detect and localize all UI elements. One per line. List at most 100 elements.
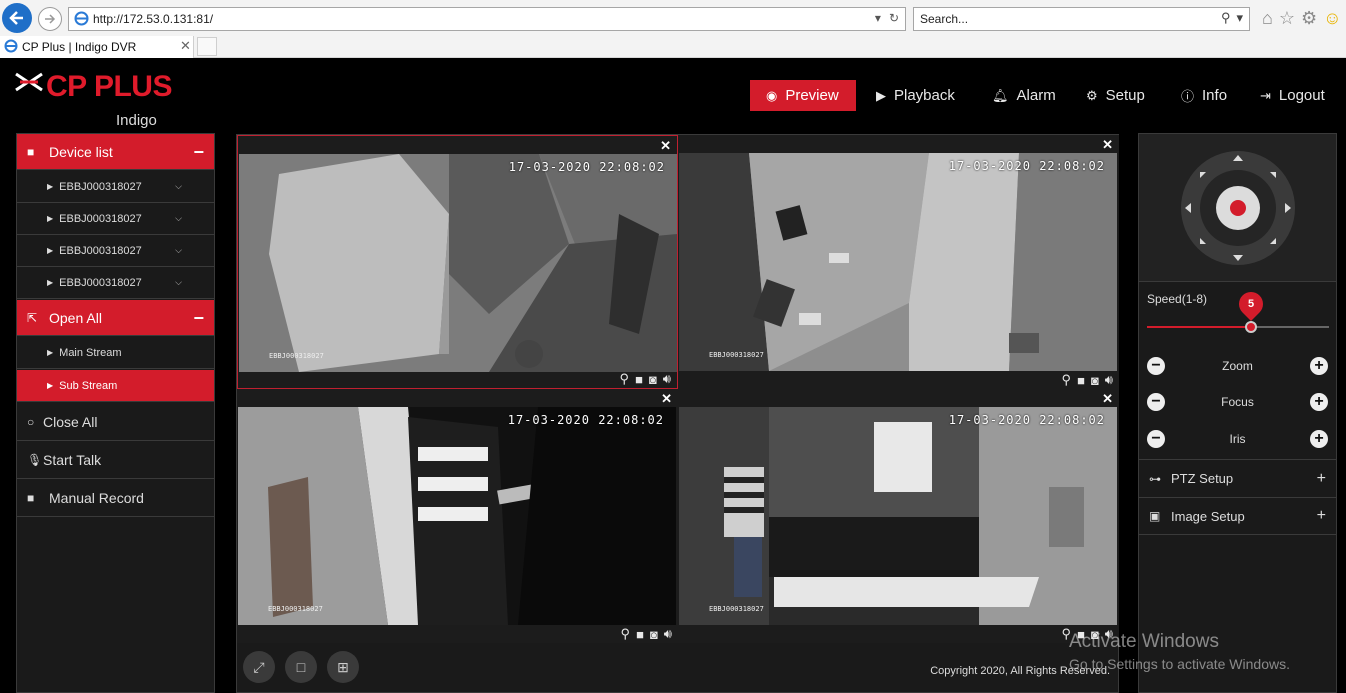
nav-preview-label: Preview xyxy=(785,87,839,104)
chevron-down-icon[interactable]: ⌵ xyxy=(175,213,182,224)
search-box[interactable]: Search... ⚲ ▾ xyxy=(913,7,1250,31)
audio-icon[interactable]: 🔊︎ xyxy=(664,626,672,642)
speed-slider-knob[interactable] xyxy=(1244,321,1257,333)
snapshot-camera-icon[interactable]: ◙ xyxy=(650,627,658,642)
close-video-icon[interactable]: ✕ xyxy=(1102,391,1113,407)
chevron-down-icon[interactable]: ⌵ xyxy=(175,181,182,192)
chevron-down-icon[interactable]: ⌵ xyxy=(175,277,182,288)
record-icon[interactable]: ■ xyxy=(635,372,643,387)
device-name: EBBJ000318027 xyxy=(59,212,142,225)
device-panel: ■ Device list − ▶ EBBJ000318027 ⌵ ▶ EBBJ… xyxy=(16,133,215,693)
close-video-icon[interactable]: ✕ xyxy=(1102,137,1113,153)
sub-stream-label: Sub Stream xyxy=(59,379,118,392)
search-placeholder[interactable]: Search... xyxy=(920,12,968,26)
device-item[interactable]: ▶ EBBJ000318027 ⌵ xyxy=(17,267,214,299)
new-tab-button[interactable] xyxy=(197,37,217,56)
image-setup-section[interactable]: ▣ Image Setup + xyxy=(1139,497,1336,535)
nav-alarm[interactable]: 🔔︎ Alarm xyxy=(976,80,1072,111)
start-talk-button[interactable]: 🎙︎ Start Talk xyxy=(17,442,214,479)
iris-plus-button[interactable]: + xyxy=(1310,430,1328,448)
video-cell[interactable]: ✕ 17-03-2020 22:08:02 EBBJ000318027 ⚲ ■ … xyxy=(237,135,678,389)
nav-preview[interactable]: ◉ Preview xyxy=(750,80,856,111)
expand-plus-icon[interactable]: + xyxy=(1317,507,1326,525)
close-video-icon[interactable]: ✕ xyxy=(660,138,671,154)
close-all-label: Close All xyxy=(43,414,98,430)
address-bar[interactable]: http://172.53.0.131:81/ ▾ ↻ xyxy=(68,7,906,31)
home-icon[interactable]: ⌂ xyxy=(1262,8,1273,29)
speed-slider[interactable]: 5 xyxy=(1147,287,1329,333)
address-dropdown-icon[interactable]: ▾ xyxy=(875,11,881,25)
address-url[interactable]: http://172.53.0.131:81/ xyxy=(93,12,213,26)
chevron-down-icon[interactable]: ⌵ xyxy=(175,245,182,256)
quad-view-button[interactable]: ⊞ xyxy=(327,651,359,683)
grid-icon: ⊞ xyxy=(337,658,349,675)
video-feed[interactable]: 17-03-2020 22:08:02 EBBJ000318027 xyxy=(679,153,1117,371)
image-setup-label: Image Setup xyxy=(1171,508,1245,524)
zoom-in-button[interactable]: + xyxy=(1310,357,1328,375)
open-all-header[interactable]: ⇱ Open All − xyxy=(17,300,214,336)
ptz-setup-label: PTZ Setup xyxy=(1171,471,1234,486)
logo-brand: CP PLUS xyxy=(46,70,172,103)
zoom-icon[interactable]: ⚲ xyxy=(621,626,631,642)
video-cell[interactable]: ✕ 17-03-2020 22:08:02 EBBJ000318027 ⚲ ■ … xyxy=(237,389,678,643)
audio-icon[interactable]: 🔊︎ xyxy=(1105,372,1113,388)
video-camera-icon: ■ xyxy=(27,491,35,505)
video-feed[interactable]: 17-03-2020 22:08:02 EBBJ000318027 xyxy=(239,154,677,372)
collapse-icon[interactable]: − xyxy=(193,142,204,163)
ptz-setup-section[interactable]: ⊶ PTZ Setup + xyxy=(1139,459,1336,497)
caret-right-icon: ▶ xyxy=(47,278,54,287)
fullscreen-button[interactable]: ⤢ xyxy=(243,651,275,683)
close-video-icon[interactable]: ✕ xyxy=(661,391,672,407)
caret-right-icon: ▶ xyxy=(47,182,54,191)
refresh-icon[interactable]: ↻ xyxy=(889,11,899,25)
device-item[interactable]: ▶ EBBJ000318027 ⌵ xyxy=(17,235,214,267)
single-view-button[interactable]: □ xyxy=(285,651,317,683)
focus-minus-button[interactable]: − xyxy=(1147,393,1165,411)
snapshot-camera-icon[interactable]: ◙ xyxy=(649,372,657,387)
focus-plus-button[interactable]: + xyxy=(1310,393,1328,411)
external-link-icon: ⇱ xyxy=(27,310,38,325)
video-feed[interactable]: 17-03-2020 22:08:02 EBBJ000318027 xyxy=(679,407,1117,625)
zoom-label: Zoom xyxy=(1222,359,1253,373)
camera-feed-image xyxy=(679,407,1117,625)
record-icon[interactable]: ■ xyxy=(636,627,644,642)
layout-tools: ⤢ □ ⊞ xyxy=(243,651,359,683)
zoom-icon[interactable]: ⚲ xyxy=(620,371,630,387)
iris-minus-button[interactable]: − xyxy=(1147,430,1165,448)
video-cell[interactable]: ✕ 17-03-2020 22:08:02 EBBJ000318027 ⚲ ■ … xyxy=(678,389,1119,643)
search-dropdown-icon[interactable]: ▾ xyxy=(1236,10,1243,26)
zoom-out-button[interactable]: − xyxy=(1147,357,1165,375)
settings-gear-icon[interactable]: ⚙ xyxy=(1301,8,1317,29)
expand-plus-icon[interactable]: + xyxy=(1317,470,1326,488)
main-stream-item[interactable]: ▶ Main Stream xyxy=(17,337,214,369)
device-item[interactable]: ▶ EBBJ000318027 ⌵ xyxy=(17,171,214,203)
nav-setup[interactable]: ⚙ Setup xyxy=(1070,80,1161,111)
smiley-icon[interactable]: ☺ xyxy=(1323,8,1341,29)
record-icon[interactable]: ■ xyxy=(1077,373,1085,388)
tab-close-icon[interactable]: ✕ xyxy=(180,38,191,54)
close-all-button[interactable]: ○ Close All xyxy=(17,404,214,441)
nav-info[interactable]: ⓘ Info xyxy=(1165,80,1243,111)
caret-right-icon: ▶ xyxy=(47,381,54,390)
device-list-header[interactable]: ■ Device list − xyxy=(17,134,214,170)
manual-record-button[interactable]: ■ Manual Record xyxy=(17,480,214,517)
video-cell[interactable]: ✕ 17-03-2020 22:08:02 EBBJ000318027 ⚲ ■ … xyxy=(678,135,1119,389)
nav-playback[interactable]: ▶ Playback xyxy=(860,80,971,111)
sub-stream-item[interactable]: ▶ Sub Stream xyxy=(17,370,214,402)
favorites-star-icon[interactable]: ☆ xyxy=(1279,8,1295,29)
gamepad-icon: ⊶ xyxy=(1149,471,1161,486)
zoom-icon[interactable]: ⚲ xyxy=(1062,372,1072,388)
ptz-direction-pad[interactable] xyxy=(1139,134,1336,282)
nav-logout[interactable]: ⇥ Logout xyxy=(1244,80,1341,111)
audio-icon[interactable]: 🔊︎ xyxy=(663,371,671,387)
video-feed[interactable]: 17-03-2020 22:08:02 EBBJ000318027 xyxy=(238,407,676,625)
collapse-icon[interactable]: − xyxy=(193,308,204,329)
device-item[interactable]: ▶ EBBJ000318027 ⌵ xyxy=(17,203,214,235)
back-button[interactable] xyxy=(2,3,32,33)
forward-button[interactable] xyxy=(38,7,62,31)
iris-control: − Iris + xyxy=(1139,421,1336,457)
nav-info-label: Info xyxy=(1202,87,1228,104)
tab-cp-plus[interactable]: CP Plus | Indigo DVR ✕ xyxy=(0,36,194,58)
search-icon[interactable]: ⚲ xyxy=(1221,10,1231,26)
snapshot-camera-icon[interactable]: ◙ xyxy=(1091,373,1099,388)
